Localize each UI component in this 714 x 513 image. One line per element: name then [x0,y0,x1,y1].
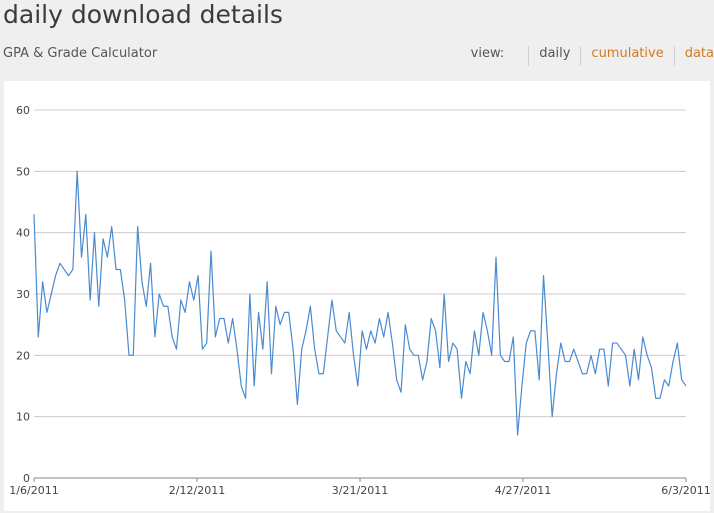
y-tick-label: 20 [16,349,30,362]
x-tick-label: 6/3/2011 [661,484,710,497]
x-tick-label: 2/12/2011 [169,484,225,497]
y-tick-label: 50 [16,165,30,178]
view-label: view: [470,46,505,61]
chart-panel: 0 10 20 30 40 50 60 1/6/2011 2/12/2011 3/21/2011 4… [4,81,710,511]
view-switcher: view: daily cumulative data [471,46,714,66]
x-tick-label: 1/6/2011 [9,484,58,497]
y-tick-label: 60 [16,104,30,117]
x-tick-label: 4/27/2011 [495,484,551,497]
app-name: GPA & Grade Calculator [3,46,158,61]
page-title: daily download details [3,0,283,29]
y-tick-label: 40 [16,227,30,240]
view-cumulative-link[interactable]: cumulative [580,46,673,66]
y-tick-label: 10 [16,411,30,424]
line-chart: 01020304050601/6/2011 2/12/2011 3/21/2011 4… [9,104,710,497]
view-data-link[interactable]: data [673,46,714,66]
x-tick-label: 3/21/2011 [332,484,388,497]
y-tick-label: 30 [16,288,30,301]
view-daily-link[interactable]: daily [528,46,580,66]
series-line-0 [33,170,687,436]
